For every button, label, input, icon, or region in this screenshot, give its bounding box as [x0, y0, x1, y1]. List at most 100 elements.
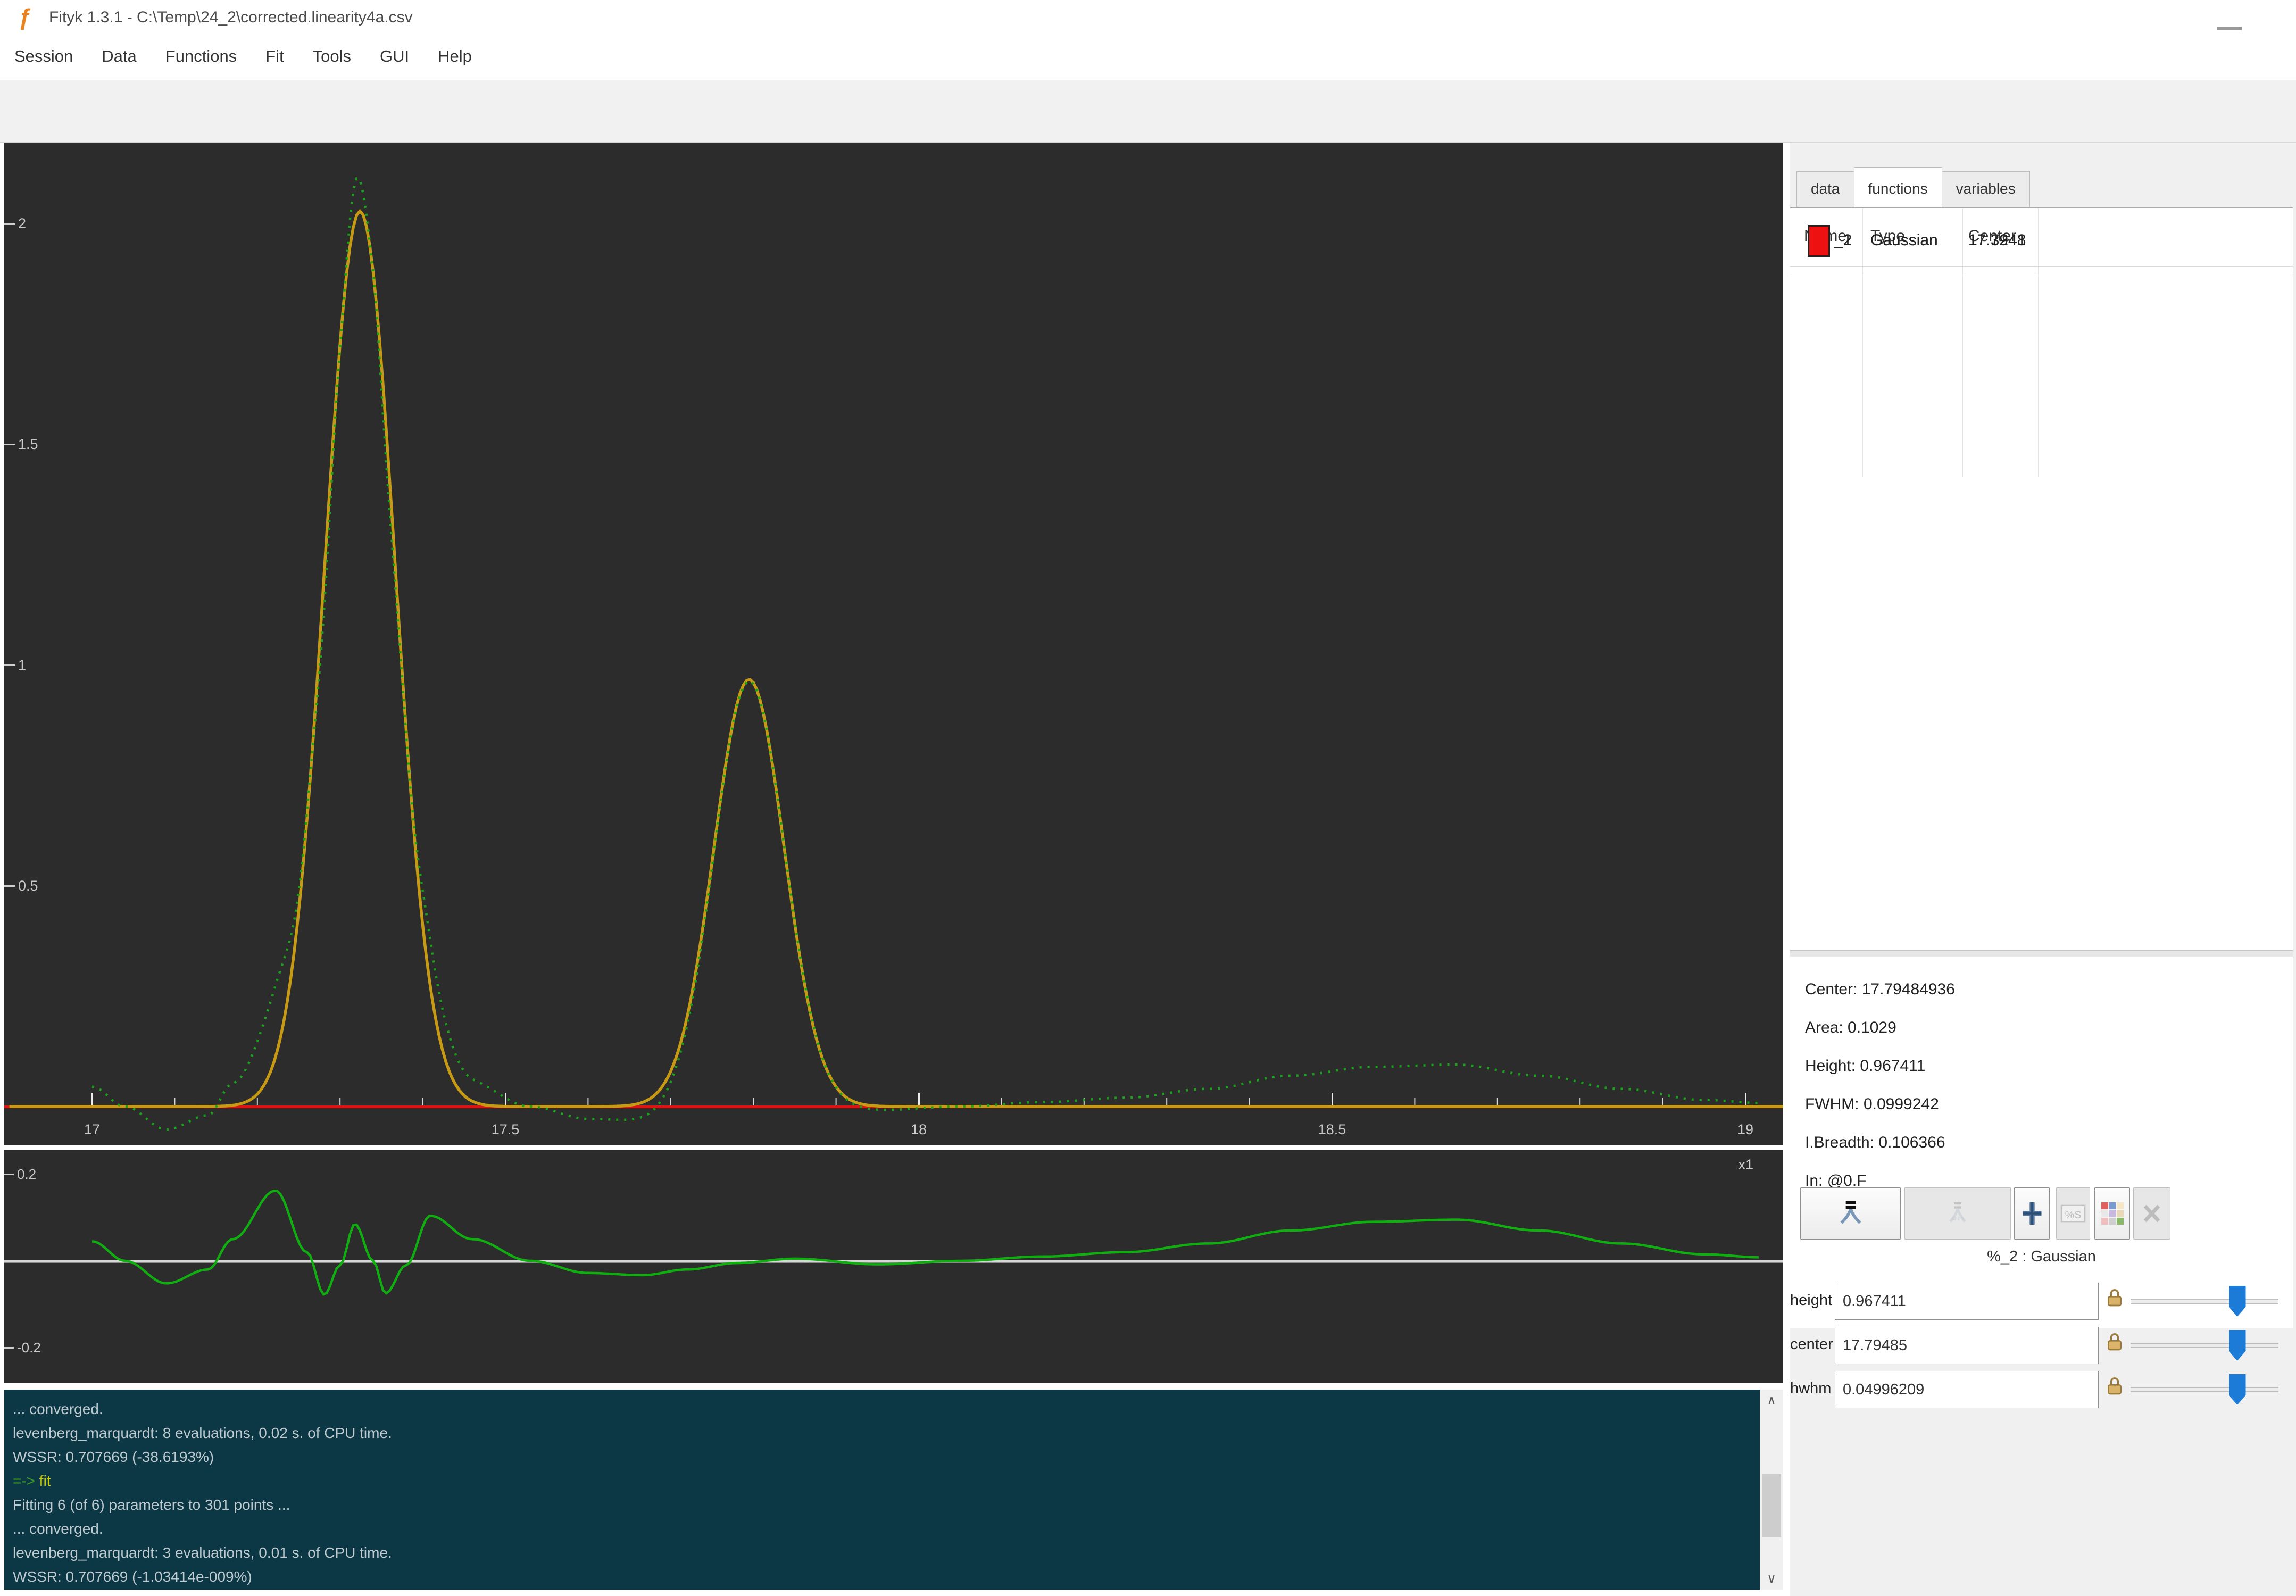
toolbar: Gaussian ∨	[0, 80, 2296, 212]
svg-text:shbo: shbo	[1952, 1216, 1964, 1222]
parameter-label: center	[1790, 1336, 1833, 1353]
percent-s-button: %S	[2056, 1187, 2090, 1240]
sidebar-tabs: data functions variables	[1796, 152, 2030, 207]
x-tick-label: 17.5	[492, 1121, 520, 1137]
lock-icon[interactable]	[2104, 1331, 2125, 1361]
colors-grid-button[interactable]	[2094, 1187, 2130, 1240]
parameter-value-input[interactable]	[1835, 1283, 2099, 1320]
console-line: Fitting 6 (of 6) parameters to 301 point…	[13, 1497, 290, 1513]
scroll-down-icon[interactable]: ∨	[1760, 1571, 1783, 1586]
data-points-curve	[91, 177, 1759, 1131]
lock-icon	[2108, 1333, 2122, 1351]
menu-item[interactable]: Fit	[251, 47, 298, 66]
menu-bar: Session Data Functions Fit Tools GUI Help	[0, 33, 2296, 80]
y-tick-label: 1	[18, 657, 26, 673]
y-tick-label: 0.5	[18, 878, 38, 894]
lock-icon[interactable]	[2104, 1287, 2125, 1317]
sidebar-tab[interactable]: variables	[1941, 171, 2030, 207]
menu-item[interactable]: Functions	[151, 47, 251, 66]
minimize-button[interactable]	[2217, 27, 2242, 30]
sidebar-tab[interactable]: functions	[1853, 167, 1942, 207]
info-line: Area: 0.1029	[1805, 1019, 1896, 1036]
percent-s-icon: %S	[2060, 1204, 2086, 1223]
menu-item[interactable]: Tools	[298, 47, 365, 66]
functions-list[interactable]: Name Type Center _1 Gaussian 17.3241 _2 …	[1790, 207, 2293, 950]
lock-icon	[2108, 1377, 2122, 1395]
aux-tick-label: -0.2	[17, 1340, 41, 1356]
parameter-label: height	[1790, 1292, 1833, 1309]
slider-track[interactable]	[2131, 1343, 2278, 1348]
y-tick-label: 2	[18, 215, 26, 231]
main-plot-area[interactable]: 17 17.5 18 18.5 19 0.5 1 1.5 2	[4, 143, 1785, 1145]
add-function-compass-button[interactable]	[1800, 1187, 1901, 1240]
add-function-compass-disabled-button: shbo	[1904, 1187, 2011, 1240]
aux-zero-line	[4, 1260, 1783, 1262]
parameter-value-input[interactable]	[1835, 1371, 2099, 1408]
delete-button	[2133, 1187, 2170, 1240]
sidebar-tab[interactable]: data	[1796, 171, 1854, 207]
console-line: ... converged.	[13, 1520, 103, 1537]
info-line: Center: 17.79484936	[1805, 980, 1955, 998]
console-scrollbar[interactable]: ∧ ∨	[1760, 1390, 1783, 1590]
info-line: I.Breadth: 0.106366	[1805, 1134, 1945, 1151]
info-line: Height: 0.967411	[1805, 1057, 1926, 1075]
console-line: =-> fit	[13, 1473, 51, 1489]
fityk-app-icon: ƒ	[18, 4, 31, 30]
function-color-swatch[interactable]	[1808, 225, 1830, 257]
slider-track[interactable]	[2131, 1387, 2278, 1392]
model-sum-curve	[9, 209, 1785, 1108]
delete-icon	[2143, 1204, 2160, 1223]
slider-track[interactable]	[2131, 1299, 2278, 1304]
window-title: Fityk 1.3.1 - C:\Temp\24_2\corrected.lin…	[49, 9, 413, 26]
menu-item[interactable]: GUI	[365, 47, 423, 66]
console-line: WSSR: 0.707669 (-1.03414e-009%)	[13, 1568, 252, 1585]
slider-thumb[interactable]	[2228, 1330, 2246, 1361]
colors-grid-icon	[2101, 1202, 2124, 1225]
sidebar-panel: datafunctionsvariables Name Type Center …	[1790, 143, 2296, 1596]
y-axis: 0.5 1 1.5 2	[4, 215, 38, 894]
aux-scale-multiplier: x1	[1738, 1157, 1753, 1173]
scrollbar-thumb[interactable]	[1762, 1474, 1781, 1537]
auxiliary-plot-canvas[interactable]: 0.2 -0.2	[4, 1150, 1783, 1383]
console-line: levenberg_marquardt: 8 evaluations, 0.02…	[13, 1425, 392, 1441]
add-function-compass-icon	[1840, 1201, 1861, 1224]
main-plot-canvas[interactable]: 17 17.5 18 18.5 19 0.5 1 1.5 2	[4, 143, 1785, 1145]
add-point-icon	[2023, 1202, 2041, 1225]
x-tick-label: 18.5	[1318, 1121, 1346, 1137]
parameter-row: hwhm	[1790, 1371, 2293, 1408]
x-tick-label: 17	[84, 1121, 100, 1137]
info-line: FWHM: 0.0999242	[1805, 1095, 1939, 1113]
slider-thumb[interactable]	[2228, 1374, 2246, 1405]
table-row[interactable]: _2 Gaussian 17.7948	[1790, 208, 2293, 276]
aux-tick-label: 0.2	[17, 1166, 36, 1182]
console-line: levenberg_marquardt: 3 evaluations, 0.01…	[13, 1544, 392, 1561]
parameter-value-input[interactable]	[1835, 1327, 2099, 1364]
lock-icon[interactable]	[2104, 1375, 2125, 1405]
add-point-button[interactable]	[2014, 1187, 2050, 1240]
svg-text:%S: %S	[2065, 1209, 2082, 1221]
parameter-row: center	[1790, 1327, 2293, 1364]
scroll-up-icon[interactable]: ∧	[1760, 1393, 1783, 1408]
menu-item[interactable]: Session	[0, 47, 87, 66]
add-function-compass-disabled-icon: shbo	[1949, 1202, 1966, 1223]
y-tick-label: 1.5	[18, 436, 38, 452]
x-tick-label: 19	[1737, 1121, 1753, 1137]
panel-splitter[interactable]	[1790, 950, 2293, 957]
parameter-label: hwhm	[1790, 1380, 1832, 1397]
function-info-box: Center: 17.79484936 Area: 0.1029 Height: 0…	[1790, 957, 2293, 1328]
console-line: ... converged.	[13, 1401, 103, 1417]
selected-function-label: %_2 : Gaussian	[1987, 1248, 2096, 1265]
console-lines: ... converged. levenberg_marquardt: 8 ev…	[13, 1397, 1783, 1589]
x-tick-label: 18	[911, 1121, 927, 1137]
console-line: WSSR: 0.707669 (-38.6193%)	[13, 1449, 214, 1465]
x-axis: 17 17.5 18 18.5 19	[4, 1093, 1783, 1137]
auxiliary-plot-area[interactable]: 0.2 -0.2 x1	[4, 1150, 1783, 1383]
lock-icon	[2108, 1289, 2122, 1307]
title-bar: ƒ Fityk 1.3.1 - C:\Temp\24_2\corrected.l…	[0, 0, 2296, 33]
menu-item[interactable]: Help	[423, 47, 486, 66]
parameter-row: height	[1790, 1283, 2293, 1320]
slider-thumb[interactable]	[2228, 1286, 2246, 1317]
residual-curve	[91, 1190, 1759, 1296]
menu-item[interactable]: Data	[87, 47, 151, 66]
output-console[interactable]: ... converged. levenberg_marquardt: 8 ev…	[4, 1390, 1783, 1590]
